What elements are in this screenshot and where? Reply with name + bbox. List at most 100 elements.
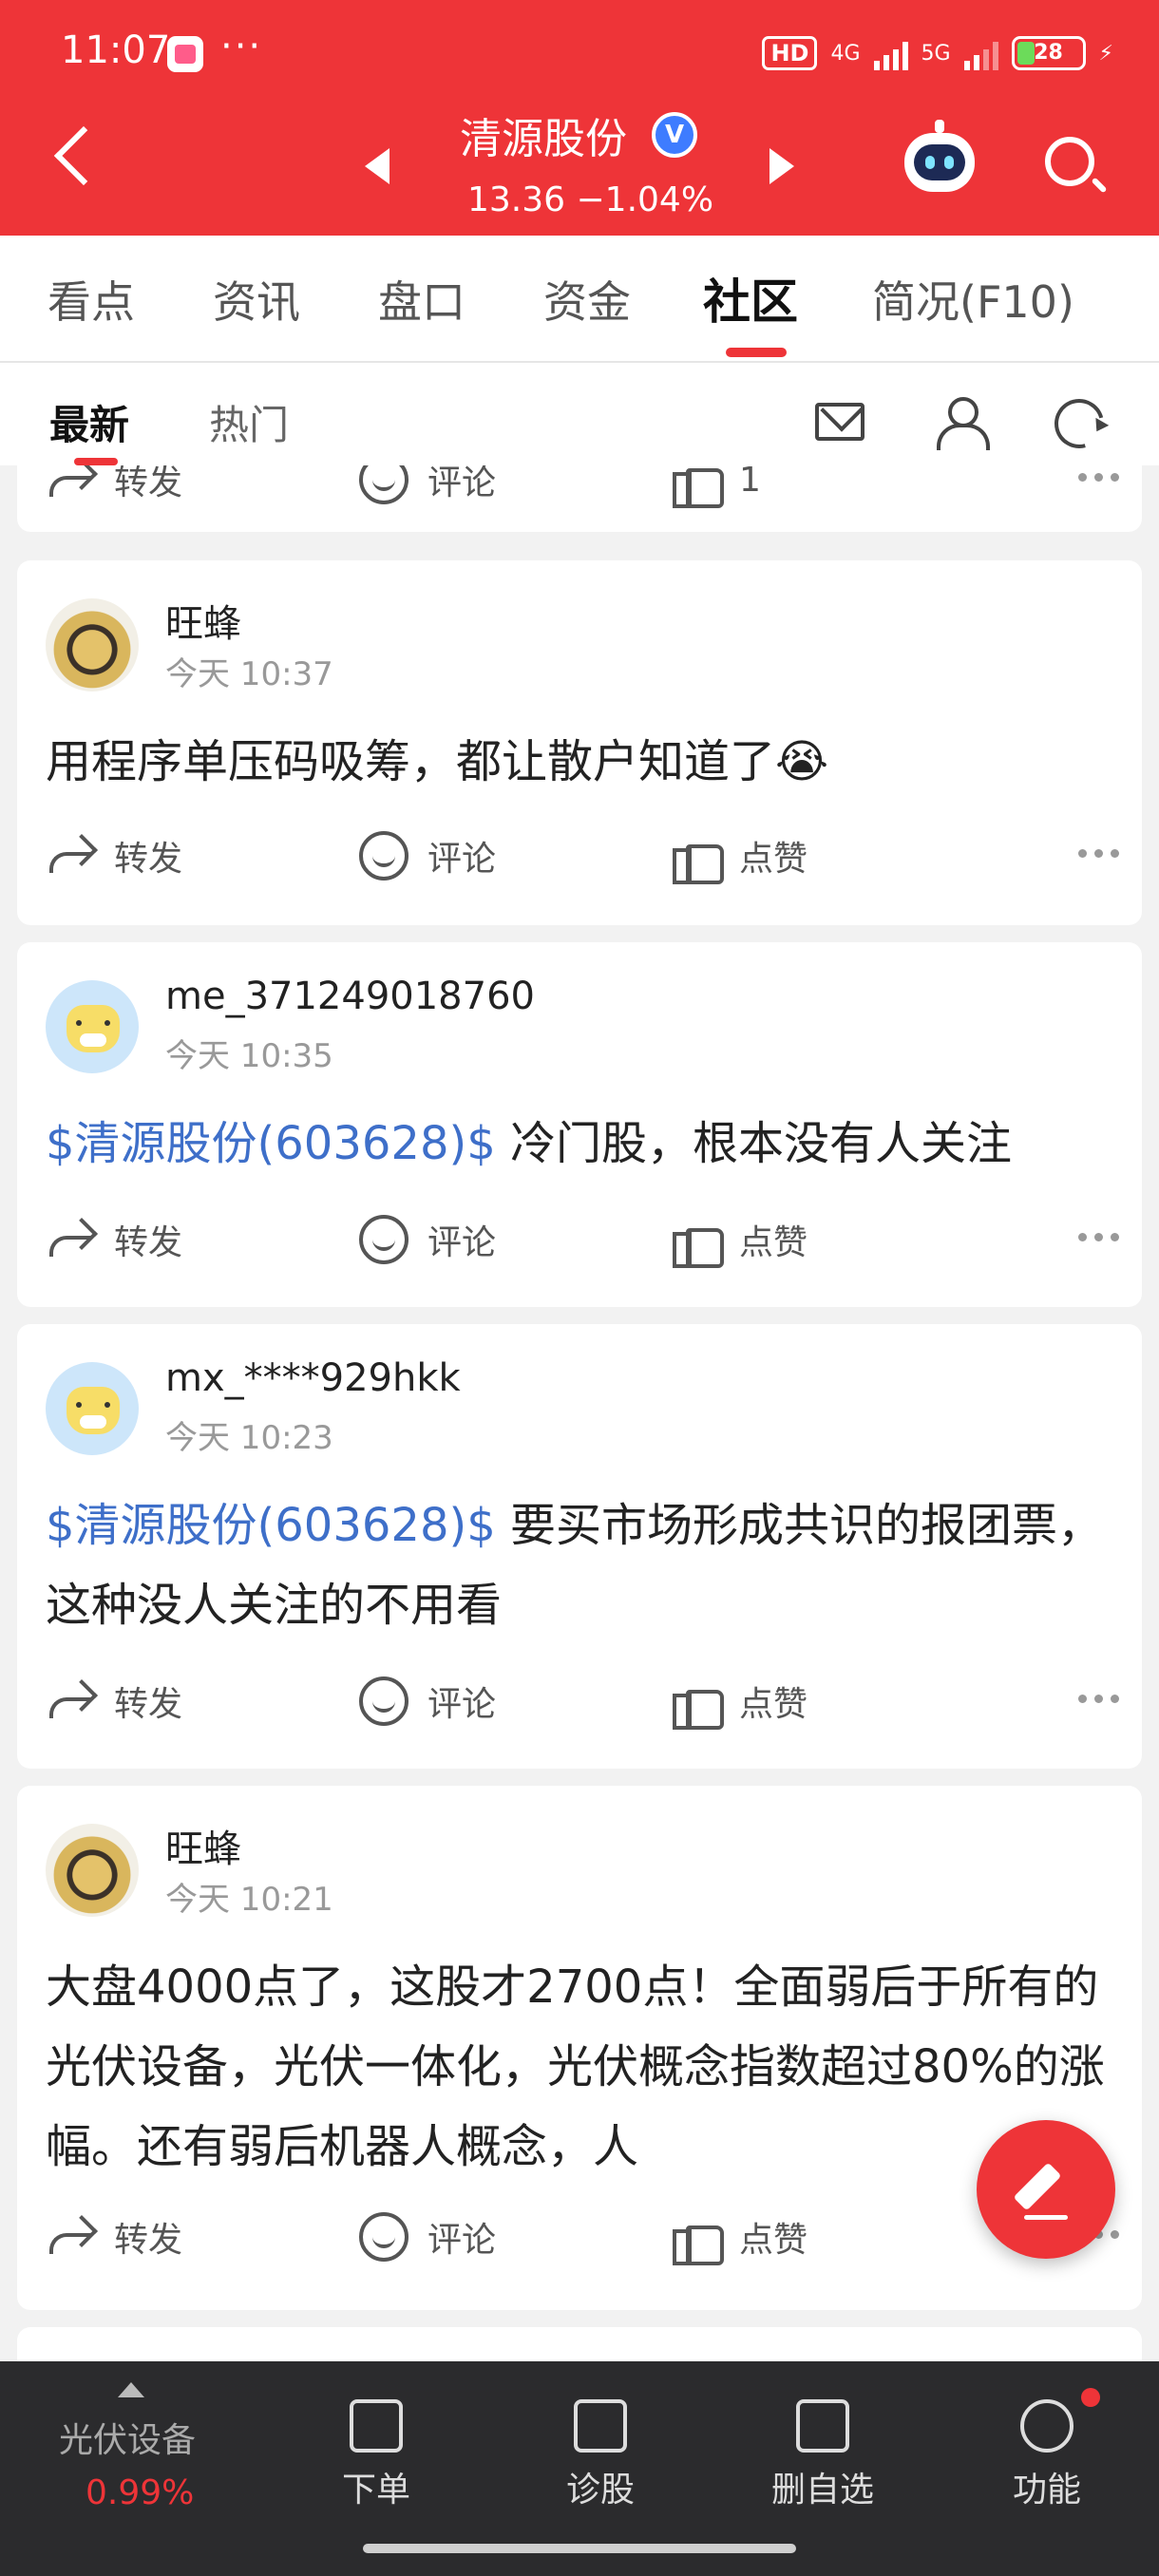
- post-actions: 转发 评论 点赞: [46, 2204, 1119, 2270]
- tab-funds[interactable]: 资金: [543, 268, 631, 331]
- comment-label: 评论: [428, 840, 497, 879]
- ai-assistant-robot-icon[interactable]: [904, 133, 975, 192]
- share-icon: [46, 1676, 95, 1726]
- diagnose-button[interactable]: 诊股: [505, 2399, 695, 2511]
- tab-profile-f10[interactable]: 简况(F10): [872, 268, 1074, 331]
- stock-tag-link[interactable]: $清源股份(603628)$: [46, 1117, 496, 1170]
- like-icon: [671, 1676, 724, 1730]
- menu-circle-icon: [1020, 2399, 1074, 2453]
- like-icon: [671, 1215, 724, 1268]
- compose-post-button[interactable]: [977, 2120, 1115, 2259]
- like-button[interactable]: 点赞: [671, 2204, 808, 2270]
- comment-icon: [359, 1215, 408, 1264]
- sector-name[interactable]: 光伏设备: [59, 2413, 196, 2462]
- home-indicator[interactable]: [363, 2544, 796, 2553]
- share-button[interactable]: 转发: [46, 2204, 182, 2270]
- more-options-icon[interactable]: [1078, 1695, 1119, 1703]
- diagnose-label: 诊股: [565, 2471, 635, 2510]
- like-button[interactable]: 点赞: [671, 1668, 808, 1734]
- functions-button[interactable]: 功能: [952, 2399, 1142, 2511]
- search-icon[interactable]: [1045, 137, 1094, 186]
- more-options-icon[interactable]: [1078, 849, 1119, 858]
- prev-stock-icon[interactable]: [365, 148, 390, 184]
- avatar[interactable]: [46, 1824, 139, 1917]
- back-icon[interactable]: [53, 125, 114, 186]
- avatar[interactable]: [46, 980, 139, 1073]
- post-card[interactable]: me_371249018760 今天 10:35 $清源股份(603628)$ …: [17, 942, 1142, 1307]
- like-button[interactable]: 点赞: [671, 823, 808, 889]
- like-button[interactable]: 点赞: [671, 1206, 808, 1273]
- stock-price-change: 13.36 −1.04%: [467, 180, 714, 219]
- tab-community[interactable]: 社区: [703, 264, 798, 332]
- hd-indicator: HD: [762, 36, 818, 70]
- post-actions: 转发 评论 点赞: [46, 1668, 1119, 1734]
- sector-change: 0.99%: [86, 2473, 195, 2512]
- charging-icon: ⚡: [1098, 41, 1113, 66]
- post-content[interactable]: 大盘4000点了，这股才2700点！全面弱后于所有的光伏设备，光伏一体化，光伏概…: [46, 1947, 1119, 2187]
- comment-label: 评论: [428, 465, 497, 502]
- refresh-icon[interactable]: [1045, 389, 1113, 458]
- post-card[interactable]: 旺蜂 今天 10:21 大盘4000点了，这股才2700点！全面弱后于所有的光伏…: [17, 1786, 1142, 2310]
- mail-icon[interactable]: [815, 403, 864, 441]
- avatar[interactable]: [46, 1362, 139, 1455]
- post-card[interactable]: mx_****929hkk 今天 10:23 $清源股份(603628)$ 要买…: [17, 1324, 1142, 1769]
- more-options-icon[interactable]: [1078, 1233, 1119, 1241]
- share-button[interactable]: 转发: [46, 465, 182, 513]
- like-icon: [671, 465, 724, 508]
- active-subtab-indicator: [74, 458, 118, 465]
- expand-up-icon[interactable]: [118, 2382, 144, 2397]
- share-icon: [46, 465, 95, 504]
- comment-button[interactable]: 评论: [359, 465, 496, 513]
- comment-button[interactable]: 评论: [359, 2204, 496, 2270]
- share-icon: [46, 2212, 95, 2262]
- share-label: 转发: [114, 840, 183, 879]
- post-username[interactable]: 旺蜂: [165, 593, 241, 648]
- signal-icon-2: [963, 36, 998, 70]
- post-card[interactable]: 旺蜂 今天 10:37 用程序单压码吸筹，都让散户知道了😭 转发 评论 点赞: [17, 560, 1142, 925]
- signal-icon: [873, 36, 908, 70]
- more-options-icon[interactable]: [1078, 473, 1119, 482]
- post-username[interactable]: 旺蜂: [165, 1818, 241, 1873]
- subtab-hot[interactable]: 热门: [209, 393, 289, 451]
- stock-tag-link[interactable]: $清源股份(603628)$: [46, 1499, 496, 1552]
- status-bar: 11:07 ··· HD 4G 5G 28 ⚡: [0, 0, 1159, 106]
- post-username[interactable]: mx_****929hkk: [165, 1356, 461, 1400]
- post-feed: 转发 评论 1 旺蜂 今天 10:37 用程序单压码吸筹，都让散户知道了😭 转发…: [0, 465, 1159, 2361]
- post-username[interactable]: me_371249018760: [165, 975, 535, 1018]
- notification-dot: [1081, 2388, 1100, 2407]
- share-button[interactable]: 转发: [46, 823, 182, 889]
- comment-button[interactable]: 评论: [359, 823, 496, 889]
- active-tab-indicator: [726, 348, 787, 357]
- tab-news[interactable]: 资讯: [213, 268, 300, 331]
- post-content[interactable]: $清源股份(603628)$ 冷门股，根本没有人关注: [46, 1104, 1119, 1184]
- tab-kandian[interactable]: 看点: [48, 268, 135, 331]
- share-label: 转发: [114, 1223, 183, 1262]
- remove-watchlist-button[interactable]: 删自选: [728, 2399, 918, 2511]
- post-text: 用程序单压码吸筹，都让散户知道了😭: [46, 735, 829, 788]
- next-stock-icon[interactable]: [770, 148, 794, 184]
- robot-antenna: [935, 120, 944, 133]
- avatar[interactable]: [46, 598, 139, 691]
- stock-name[interactable]: 清源股份: [460, 104, 627, 165]
- share-button[interactable]: 转发: [46, 1668, 182, 1734]
- comment-button[interactable]: 评论: [359, 1206, 496, 1273]
- comment-icon: [359, 465, 408, 504]
- post-card-partial: [17, 2327, 1142, 2361]
- minus-square-icon: [796, 2399, 849, 2453]
- comment-button[interactable]: 评论: [359, 1668, 496, 1734]
- community-subtabs: 最新 热门: [0, 363, 1159, 465]
- subtab-latest[interactable]: 最新: [49, 393, 129, 451]
- post-actions: 转发 评论 1: [46, 465, 1119, 513]
- main-tabs: 看点 资讯 盘口 资金 社区 简况(F10): [0, 236, 1159, 363]
- post-content[interactable]: 用程序单压码吸筹，都让散户知道了😭: [46, 722, 1119, 802]
- tab-orderbook[interactable]: 盘口: [378, 268, 466, 331]
- like-button[interactable]: 1: [671, 465, 761, 513]
- battery-level: 28: [1034, 41, 1063, 65]
- post-actions: 转发 评论 点赞: [46, 823, 1119, 889]
- order-button[interactable]: 下单: [281, 2399, 471, 2511]
- post-content[interactable]: $清源股份(603628)$ 要买市场形成共识的报团票，这种没人关注的不用看: [46, 1486, 1119, 1645]
- share-button[interactable]: 转发: [46, 1206, 182, 1273]
- user-icon[interactable]: [935, 397, 990, 450]
- share-icon: [46, 831, 95, 881]
- comment-icon: [359, 1676, 408, 1726]
